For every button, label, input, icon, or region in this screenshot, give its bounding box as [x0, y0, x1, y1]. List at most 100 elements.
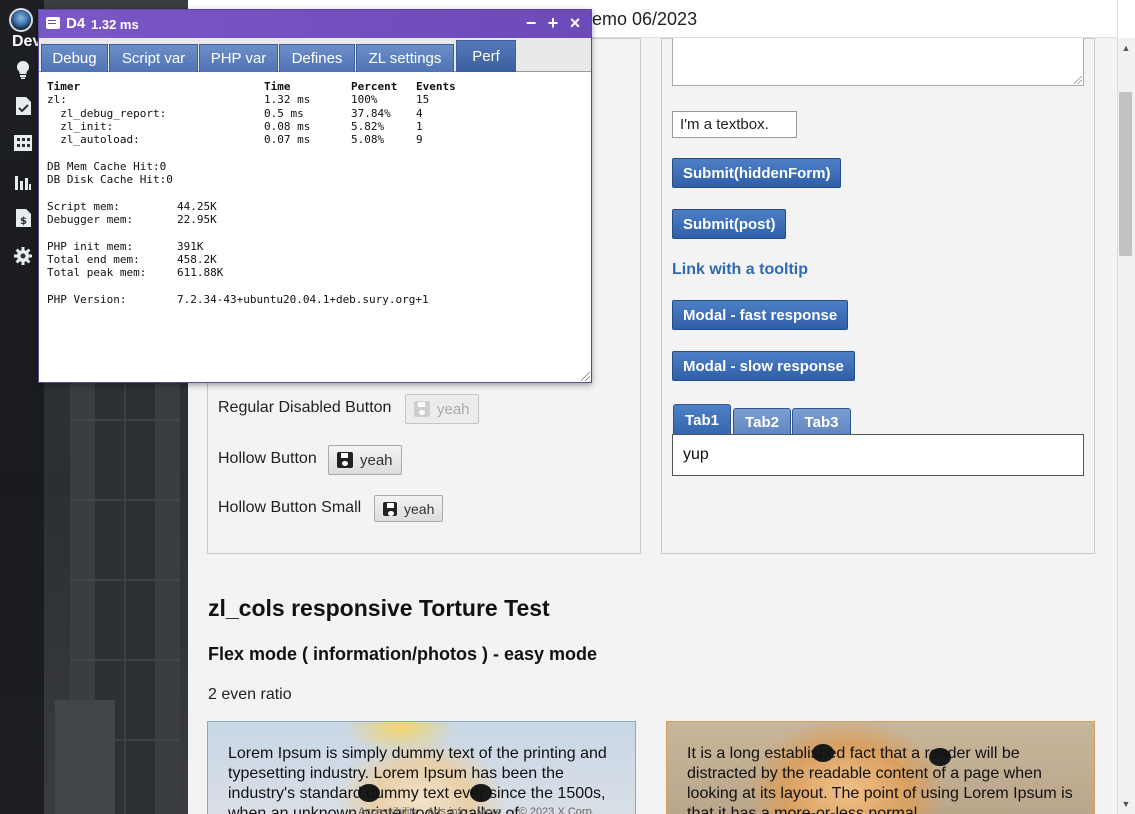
page-title: emo 06/2023: [592, 9, 698, 29]
debug-window[interactable]: D4 1.32 ms − + × Debug Script var PHP va…: [38, 9, 592, 383]
stat-value: 458.2K: [177, 252, 217, 266]
scrollbar-thumb[interactable]: [1119, 92, 1132, 256]
stat-value: 22.95K: [177, 212, 217, 226]
stat-value: 44.25K: [177, 199, 217, 213]
timer-percent: 100%: [351, 93, 378, 107]
timer-row: zl_autoload: 0.07 ms 5.08% 9: [47, 133, 456, 146]
disabled-yeah-button: yeah: [405, 394, 479, 424]
tab-1[interactable]: Tab1: [673, 404, 731, 435]
perf-header-row: Timer Time Percent Events: [47, 80, 456, 93]
timer-percent: 5.82%: [351, 119, 385, 133]
tab-3[interactable]: Tab3: [792, 408, 851, 435]
timer-time: 1.32 ms: [264, 93, 311, 107]
submit-post-button[interactable]: Submit(post): [672, 209, 787, 239]
button-label: yeah: [404, 500, 435, 517]
cache-row: DB Mem Cache Hit: 0: [47, 160, 456, 173]
invoice-icon[interactable]: $: [12, 207, 34, 229]
cache-row: DB Disk Cache Hit: 0: [47, 173, 456, 186]
timer-row: zl_debug_report: 0.5 ms 37.84% 4: [47, 107, 456, 120]
maximize-icon[interactable]: +: [544, 13, 562, 34]
scroll-up-icon[interactable]: ▲: [1117, 40, 1135, 56]
timer-row: zl_init: 0.08 ms 5.82% 1: [47, 120, 456, 133]
header-timer: Timer: [47, 80, 81, 93]
disabled-button-label: Regular Disabled Button: [218, 399, 392, 416]
section-subheading: Flex mode ( information/photos ) - easy …: [208, 644, 598, 664]
timer-events: 9: [416, 133, 423, 147]
header-time: Time: [264, 80, 291, 93]
timer-events: 1: [416, 119, 423, 133]
timer-percent: 5.08%: [351, 133, 385, 147]
page-footer: Accessibility · Ads info · More ··· © 20…: [358, 806, 595, 814]
minimize-icon[interactable]: −: [522, 13, 540, 34]
stat-value: 7.2.34-43+ubuntu20.04.1+deb.sury.org+1: [177, 292, 429, 306]
debug-tab-debug[interactable]: Debug: [41, 44, 108, 72]
stat-key: DB Mem Cache Hit:: [47, 159, 160, 173]
timer-events: 4: [416, 106, 423, 120]
tab-content: yup: [672, 434, 1084, 476]
php-version-row: PHP Version: 7.2.34-43+ubuntu20.04.1+deb.…: [47, 293, 456, 306]
document-check-icon[interactable]: [12, 95, 34, 117]
stat-value: 0: [166, 173, 173, 187]
resize-grip-icon[interactable]: [1074, 76, 1082, 84]
demo-textarea[interactable]: [672, 38, 1084, 86]
floppy-disk-icon: [414, 401, 430, 417]
demo-textbox[interactable]: I'm a textbox.: [672, 111, 797, 138]
debug-tab-script-var[interactable]: Script var: [109, 44, 198, 72]
timer-time: 0.07 ms: [264, 133, 311, 147]
modal-slow-button[interactable]: Modal - slow response: [672, 351, 855, 381]
timer-percent: 37.84%: [351, 106, 391, 120]
card-dog: It is a long established fact that a rea…: [666, 721, 1095, 814]
modal-fast-button[interactable]: Modal - fast response: [672, 300, 849, 330]
timer-time: 0.5 ms: [264, 106, 304, 120]
scroll-down-icon[interactable]: ▼: [1117, 796, 1135, 812]
mem-row: Debugger mem: 22.95K: [47, 213, 456, 226]
bar-chart-icon[interactable]: [12, 171, 34, 193]
lightbulb-icon[interactable]: [12, 59, 34, 81]
hollow-small-yeah-button[interactable]: yeah: [374, 495, 444, 522]
hollow-yeah-button[interactable]: yeah: [328, 445, 402, 475]
mem-row: Total end mem: 458.2K: [47, 253, 456, 266]
timer-events: 15: [416, 93, 430, 107]
debug-titlebar[interactable]: D4 1.32 ms − + ×: [39, 10, 591, 38]
timer-name: zl_autoload:: [47, 133, 140, 147]
building-icon[interactable]: [12, 132, 34, 154]
submit-hidden-form-button[interactable]: Submit(hiddenForm): [672, 158, 842, 188]
debug-tab-perf[interactable]: Perf: [456, 40, 516, 72]
timer-row: zl: 1.32 ms 100% 15: [47, 93, 456, 106]
debug-tab-zl-settings[interactable]: ZL settings: [356, 44, 454, 72]
hollow-button-label: Hollow Button: [218, 450, 317, 467]
stat-key: PHP Version:: [47, 292, 127, 306]
floppy-disk-icon: [337, 452, 353, 468]
card-text: It is a long established fact that a rea…: [687, 745, 1073, 814]
perf-report: Timer Time Percent Events zl: 1.32 ms 100%…: [47, 80, 456, 306]
debug-tab-defines[interactable]: Defines: [279, 44, 355, 72]
timer-name: zl_init:: [47, 119, 114, 133]
mem-row: Total peak mem: 611.88K: [47, 266, 456, 279]
card-text: Lorem Ipsum is simply dummy text of the …: [228, 745, 607, 814]
topbar-edge: [1117, 0, 1135, 38]
app-logo[interactable]: [9, 8, 33, 32]
timer-time: 0.08 ms: [264, 119, 311, 133]
button-label: yeah: [437, 400, 470, 418]
button-label: yeah: [360, 451, 393, 469]
stat-key: DB Disk Cache Hit:: [47, 173, 167, 187]
stat-key: Total peak mem:: [47, 266, 147, 280]
tab-2[interactable]: Tab2: [733, 408, 791, 435]
stat-key: Script mem:: [47, 199, 120, 213]
stat-value: 0: [159, 159, 167, 173]
svg-text:$: $: [20, 216, 27, 227]
stat-key: Debugger mem:: [47, 212, 134, 226]
debug-time: 1.32 ms: [91, 17, 139, 32]
sidebar-label: Dev: [12, 33, 42, 50]
tooltip-link[interactable]: Link with a tooltip: [672, 261, 808, 279]
debug-tab-php-var[interactable]: PHP var: [199, 44, 278, 72]
section-heading: zl_cols responsive Torture Test: [208, 595, 550, 621]
gear-icon[interactable]: [12, 245, 34, 267]
close-icon[interactable]: ×: [566, 13, 584, 34]
stat-value: 611.88K: [177, 266, 224, 280]
hollow-small-button-label: Hollow Button Small: [218, 499, 362, 516]
message-icon: [46, 17, 60, 29]
stat-key: Total end mem:: [47, 252, 140, 266]
resize-grip-icon[interactable]: [581, 372, 590, 381]
debug-tabs: Debug Script var PHP var Defines ZL sett…: [39, 38, 591, 72]
